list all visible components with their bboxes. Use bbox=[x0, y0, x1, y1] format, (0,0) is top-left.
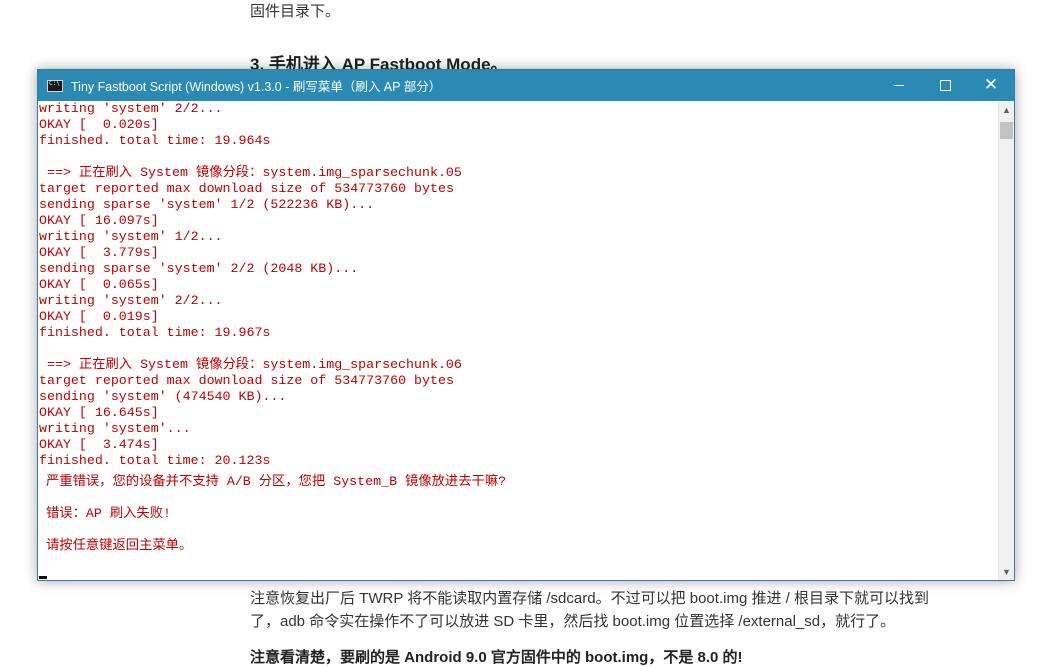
console-line: finished. total time: 20.123s bbox=[39, 453, 271, 468]
scroll-down-icon[interactable]: ▼ bbox=[999, 563, 1014, 580]
console-line: sending sparse 'system' 1/2 (522236 KB).… bbox=[39, 197, 375, 212]
console-line: OKAY [ 0.065s] bbox=[39, 277, 159, 292]
console-line: OKAY [ 3.779s] bbox=[39, 245, 159, 260]
minimize-button[interactable] bbox=[876, 70, 922, 101]
console-line: writing 'system' 2/2... bbox=[39, 293, 223, 308]
window-title: Tiny Fastboot Script (Windows) v1.3.0 - … bbox=[71, 80, 442, 94]
error-message-ap-failed: 错误：AP 刷入失败! bbox=[46, 506, 171, 521]
console-line: OKAY [ 3.474s] bbox=[39, 437, 159, 452]
console-line: sending 'system' (474540 KB)... bbox=[39, 389, 287, 404]
article-text-line: 固件目录下。 bbox=[250, 3, 341, 20]
console-line: ==> 正在刷入 System 镜像分段：system.img_sparsech… bbox=[39, 165, 462, 180]
console-line: OKAY [ 16.097s] bbox=[39, 213, 159, 228]
console-output[interactable]: writing 'system' 2/2... OKAY [ 0.020s] fin… bbox=[38, 101, 999, 580]
vertical-scrollbar[interactable]: ▲ ▼ bbox=[998, 101, 1014, 580]
console-line: sending sparse 'system' 2/2 (2048 KB)... bbox=[39, 261, 359, 276]
console-line: writing 'system' 1/2... bbox=[39, 229, 223, 244]
close-icon: ✕ bbox=[983, 75, 999, 95]
article-paragraph-line-1: 注意恢复出厂后 TWRP 将不能读取内置存储 /sdcard。不过可以把 boo… bbox=[250, 590, 929, 607]
scrollbar-thumb[interactable] bbox=[1000, 122, 1013, 139]
close-button[interactable]: ✕ bbox=[968, 70, 1014, 101]
console-line: finished. total time: 19.967s bbox=[39, 325, 271, 340]
window-titlebar[interactable]: Tiny Fastboot Script (Windows) v1.3.0 - … bbox=[38, 70, 1014, 101]
article-paragraph-line-2: 了，adb 命令实在操作不了可以放进 SD 卡里，然后找 boot.img 位置… bbox=[250, 613, 896, 630]
console-line: writing 'system'... bbox=[39, 421, 191, 436]
minimize-icon bbox=[894, 85, 904, 86]
return-menu-prompt: 请按任意键返回主菜单。 bbox=[46, 538, 193, 553]
maximize-button[interactable] bbox=[922, 70, 968, 101]
console-line: OKAY [ 0.019s] bbox=[39, 309, 159, 324]
article-bold-note: 注意看清楚，要刷的是 Android 9.0 官方固件中的 boot.img，不… bbox=[250, 649, 743, 666]
console-line: target reported max download size of 534… bbox=[39, 181, 454, 196]
scroll-up-icon[interactable]: ▲ bbox=[999, 101, 1014, 118]
text-cursor bbox=[39, 576, 47, 579]
console-line: OKAY [ 16.645s] bbox=[39, 405, 159, 420]
maximize-icon bbox=[939, 80, 951, 91]
console-log: writing 'system' 2/2... OKAY [ 0.020s] fin… bbox=[38, 101, 999, 469]
error-message-ab: 严重错误，您的设备并不支持 A/B 分区，您把 System_B 镜像放进去干嘛… bbox=[46, 474, 507, 489]
console-window: Tiny Fastboot Script (Windows) v1.3.0 - … bbox=[37, 69, 1015, 581]
console-line: finished. total time: 19.964s bbox=[39, 133, 271, 148]
cmd-icon bbox=[47, 79, 63, 92]
console-line: target reported max download size of 534… bbox=[39, 373, 454, 388]
console-line: ==> 正在刷入 System 镜像分段：system.img_sparsech… bbox=[39, 357, 462, 372]
console-line: writing 'system' 2/2... bbox=[39, 101, 223, 116]
console-line: OKAY [ 0.020s] bbox=[39, 117, 159, 132]
